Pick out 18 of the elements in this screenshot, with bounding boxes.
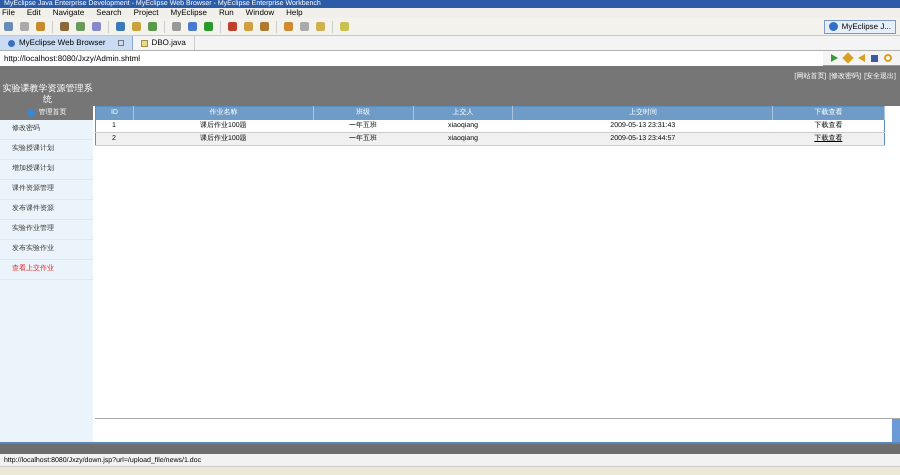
menu-item[interactable]: Navigate [50,8,86,18]
site-title: 实验课教学资源管理系统 [2,83,94,106]
menu-item[interactable]: Project [132,8,161,18]
menu-item[interactable]: Help [284,8,305,18]
address-field[interactable]: http://localhost:8080/Jxzy/Admin.shtml [0,50,823,66]
menu-item[interactable]: Window [244,8,276,18]
perspective-button[interactable]: MyEclipse J... [824,20,896,34]
menu-item[interactable]: Run [216,8,236,18]
scrollbar [892,419,900,442]
editor-tab[interactable]: MyEclipse Web Browser [0,36,133,50]
menu-item[interactable]: MyEclipse [168,8,209,18]
menu-item[interactable]: File [0,8,17,18]
menu-item[interactable]: Search [94,8,124,18]
menu-item[interactable]: Edit [24,8,43,18]
file-icon [140,40,148,46]
tool-icon[interactable] [340,22,349,31]
stop-icon[interactable] [871,54,878,62]
editor-tab[interactable]: DBO.java [132,36,195,50]
